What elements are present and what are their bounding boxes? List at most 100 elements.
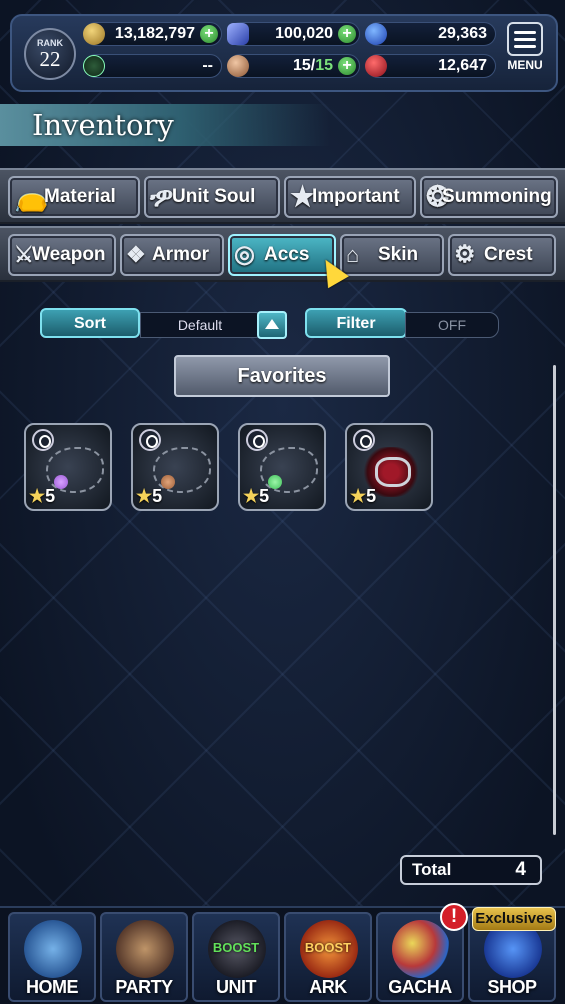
total-label: Total <box>412 860 452 879</box>
red-gem-counter[interactable]: 12,647 <box>365 54 496 78</box>
favorites-button[interactable]: Favorites <box>174 355 390 397</box>
shop-exclusives-tag: Exclusives <box>472 907 556 931</box>
tab-summoning[interactable]: ❂ Summoning <box>420 176 558 218</box>
add-crystal-button[interactable]: + <box>338 25 356 43</box>
add-gil-button[interactable]: + <box>200 25 218 43</box>
tab-important-label: Important <box>312 186 400 207</box>
crystal-value: 100,020 <box>275 25 333 42</box>
gear-icon: ⚙ <box>454 241 476 268</box>
nav-home[interactable]: HOME <box>8 912 96 1002</box>
crystal-counter[interactable]: 100,020 + <box>227 22 360 46</box>
inventory-item[interactable]: ★5 <box>131 423 219 511</box>
nav-home-label: HOME <box>26 977 79 997</box>
inventory-item[interactable]: ★5 <box>238 423 326 511</box>
tab-armor[interactable]: ❖ Armor <box>120 234 224 276</box>
red-gem-value: 12,647 <box>438 57 487 74</box>
compass-icon <box>83 55 105 77</box>
rank-value: 22 <box>39 47 61 71</box>
gacha-alert-badge: ! <box>440 903 468 931</box>
hanger-icon: ⌂ <box>346 242 360 267</box>
energy-icon <box>227 55 249 77</box>
sort-button[interactable]: Sort <box>40 308 140 338</box>
nav-ark[interactable]: BOOST ARK <box>284 912 372 1002</box>
red-gem-icon <box>365 55 387 77</box>
menu-label: MENU <box>507 58 543 72</box>
total-count: Total 4 <box>400 855 542 885</box>
energy-current: 15/ <box>292 57 316 74</box>
unit-boost-label: BOOST <box>212 940 260 955</box>
nav-shop-label: SHOP <box>487 977 537 997</box>
ring-icon: ◎ <box>234 241 255 268</box>
blue-orb-value: 29,363 <box>438 25 487 42</box>
rarity-value: 5 <box>152 486 163 506</box>
tab-crest[interactable]: ⚙ Crest <box>448 234 556 276</box>
page-title-banner: Inventory <box>0 104 330 146</box>
necklace-gem <box>161 475 175 489</box>
tab-skin[interactable]: ⌂ Skin <box>340 234 444 276</box>
accessory-type-icon <box>353 429 375 451</box>
party-icon <box>116 920 174 978</box>
total-value: 4 <box>515 859 526 880</box>
rank-badge[interactable]: RANK 22 <box>24 28 76 80</box>
category-tabs-row2: ⚔ Weapon ❖ Armor ◎ Accs ⌂ Skin ⚙ Crest <box>0 226 565 282</box>
star-icon: ★ <box>29 486 46 506</box>
necklace-gem <box>54 475 68 489</box>
inventory-item[interactable]: ★5 <box>24 423 112 511</box>
sword-icon: ⚔ <box>14 242 34 267</box>
rarity-label: ★5 <box>243 486 269 507</box>
tab-material[interactable]: 👝 Material <box>8 176 140 218</box>
armor-icon: ❖ <box>126 242 146 267</box>
tab-unit-soul-label: Unit Soul <box>172 186 256 207</box>
accessory-type-icon <box>139 429 161 451</box>
nav-ark-label: ARK <box>309 977 347 997</box>
tab-summoning-label: Summoning <box>442 186 552 207</box>
tab-important[interactable]: ★ Important <box>284 176 416 218</box>
menu-button[interactable]: MENU <box>502 22 548 72</box>
ark-boost-label: BOOST <box>304 940 352 955</box>
accessory-type-icon <box>246 429 268 451</box>
menu-icon <box>507 22 543 56</box>
nav-unit-label: UNIT <box>216 977 257 997</box>
rarity-label: ★5 <box>29 486 55 507</box>
flame-icon: ዏ <box>150 181 174 212</box>
tab-accs-label: Accs <box>264 244 310 265</box>
compass-counter[interactable]: -- <box>83 54 222 78</box>
tab-weapon[interactable]: ⚔ Weapon <box>8 234 116 276</box>
nav-gacha-label: GACHA <box>388 977 452 997</box>
tab-unit-soul[interactable]: ዏ Unit Soul <box>144 176 280 218</box>
star-icon: ★ <box>136 486 153 506</box>
category-tabs-row1: 👝 Material ዏ Unit Soul ★ Important ❂ Sum… <box>0 168 565 224</box>
star-icon: ★ <box>350 486 367 506</box>
top-status-bar: RANK 22 13,182,797 + 100,020 + 29,363 --… <box>10 14 558 92</box>
tab-skin-label: Skin <box>378 244 419 265</box>
rarity-value: 5 <box>366 486 377 506</box>
tab-weapon-label: Weapon <box>32 244 106 265</box>
crystal-icon <box>227 23 249 45</box>
necklace-gem <box>268 475 282 489</box>
tab-material-label: Material <box>44 186 116 207</box>
rarity-label: ★5 <box>136 486 162 507</box>
blue-orb-icon <box>365 23 387 45</box>
gil-counter[interactable]: 13,182,797 + <box>83 22 222 46</box>
blue-orb-counter[interactable]: 29,363 <box>365 22 496 46</box>
sort-order-toggle-icon[interactable] <box>257 311 287 339</box>
energy-max: 15 <box>315 57 333 74</box>
accessory-type-icon <box>32 429 54 451</box>
scrollbar[interactable] <box>553 365 556 835</box>
sort-value[interactable]: Default <box>140 312 260 338</box>
filter-button[interactable]: Filter <box>305 308 407 338</box>
rarity-label: ★5 <box>350 486 376 507</box>
inventory-item[interactable]: ★5 <box>345 423 433 511</box>
add-energy-button[interactable]: + <box>338 57 356 75</box>
compass-value: -- <box>202 57 213 74</box>
tab-armor-label: Armor <box>152 244 210 265</box>
nav-unit[interactable]: BOOST UNIT <box>192 912 280 1002</box>
nav-party[interactable]: PARTY <box>100 912 188 1002</box>
gil-value: 13,182,797 <box>114 25 195 42</box>
rarity-value: 5 <box>259 486 270 506</box>
gil-coin-icon <box>83 23 105 45</box>
nav-party-label: PARTY <box>115 977 173 997</box>
energy-counter[interactable]: 15/15 + <box>227 54 360 78</box>
filter-value[interactable]: OFF <box>405 312 499 338</box>
star-icon: ★ <box>243 486 260 506</box>
